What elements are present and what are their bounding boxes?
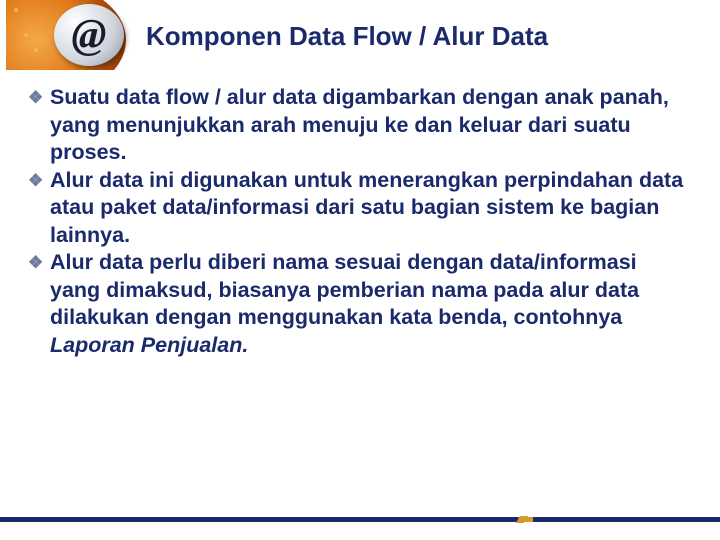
bullet-text: Suatu data flow / alur data digambarkan … [50, 85, 669, 164]
bullet-item: ❖ Suatu data flow / alur data digambarka… [28, 84, 692, 167]
slide-content: ❖ Suatu data flow / alur data digambarka… [0, 70, 720, 359]
bullet-text: Alur data ini digunakan untuk menerangka… [50, 168, 683, 247]
diamond-icon: ❖ [28, 89, 43, 106]
bullet-text-pre: Alur data perlu diberi nama sesuai denga… [50, 250, 639, 329]
bullet-item: ❖ Alur data ini digunakan untuk menerang… [28, 167, 692, 250]
bullet-text-italic: Laporan Penjualan. [50, 333, 248, 357]
diamond-icon: ❖ [28, 172, 43, 189]
footer-divider [0, 517, 720, 522]
diamond-icon: ❖ [28, 254, 43, 271]
at-symbol: @ [72, 14, 107, 56]
logo: @ [6, 0, 136, 70]
bullet-item: ❖ Alur data perlu diberi nama sesuai den… [28, 249, 692, 359]
slide-title: Komponen Data Flow / Alur Data [136, 18, 548, 52]
at-icon: @ [54, 4, 124, 66]
slide-header: @ Komponen Data Flow / Alur Data [0, 0, 720, 70]
